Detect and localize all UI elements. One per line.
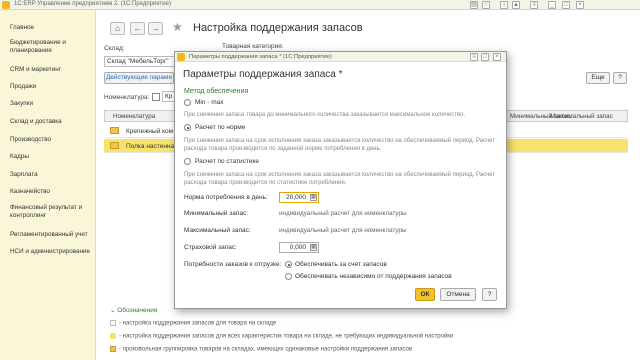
app-logo-icon: [2, 1, 10, 9]
sidebar-item-sales[interactable]: Продажи: [10, 83, 94, 91]
option-norm-label[interactable]: Расчет по норме: [195, 124, 245, 131]
dialog-close-icon[interactable]: ×: [493, 53, 501, 61]
sidebar: Главное Бюджетирование и планирование CR…: [0, 10, 96, 360]
dialog-window-title: Параметры поддержания запаса * (1С:Предп…: [189, 54, 332, 60]
safety-stock-input[interactable]: 0,000 ▦: [279, 242, 319, 253]
option-norm-note: При снижении запаса на срок исполнения з…: [184, 138, 496, 152]
needs-from-stock-label[interactable]: Обеспечивать за счет запасов: [295, 261, 387, 268]
legend-item: - настройка поддержания запасов для всех…: [110, 333, 453, 340]
legend-text: - произвольная группировка товаров на ск…: [119, 346, 413, 353]
legend-item: - произвольная группировка товаров на ск…: [110, 346, 412, 353]
column-header-nomenclature[interactable]: Номенклатура: [113, 113, 155, 120]
sidebar-item-production[interactable]: Производство: [10, 136, 94, 144]
legend-white-marker: [110, 320, 116, 326]
option-statistics-label[interactable]: Расчет по статистике: [195, 158, 259, 165]
sidebar-item-treasury[interactable]: Казначейство: [10, 188, 94, 196]
table-cell-nomenclature: Крепежный ком: [126, 128, 174, 135]
norm-value: 20,000: [286, 194, 306, 201]
radio-min-max[interactable]: [184, 99, 191, 106]
dialog-menu-icon[interactable]: ≡: [470, 53, 478, 61]
sidebar-item-salary[interactable]: Зарплата: [10, 171, 94, 179]
category-label: Товарная категория:: [222, 43, 284, 50]
close-icon[interactable]: ×: [576, 1, 584, 9]
safety-stock-value: 0,000: [289, 244, 306, 251]
legend-heading[interactable]: ⌄ Обозначения: [110, 306, 157, 314]
restore-icon[interactable]: □: [562, 1, 570, 9]
active-parameters-button[interactable]: Действующие параме: [104, 72, 174, 84]
ok-button[interactable]: ОК: [415, 288, 435, 301]
page-title: Настройка поддержания запасов: [193, 22, 363, 34]
sidebar-item-crm[interactable]: CRM и маркетинг: [10, 66, 94, 74]
needs-independent-label[interactable]: Обеспечивать независимо от поддержания з…: [295, 273, 452, 280]
minimize-icon[interactable]: _: [548, 1, 556, 9]
legend-title: Обозначения: [117, 307, 158, 314]
method-heading: Метод обеспечения: [184, 88, 249, 95]
option-statistics-note: При снижении запаса на срок исполнения з…: [184, 172, 496, 186]
sidebar-item-warehouse[interactable]: Склад и доставка: [10, 118, 94, 126]
min-stock-value: индивидуальный расчет для номенклатуры: [279, 210, 407, 217]
max-stock-label: Максимальный запас:: [184, 227, 251, 234]
sidebar-item-purchases[interactable]: Закупки: [10, 100, 94, 108]
norm-input[interactable]: 20,000 ▦: [279, 192, 319, 203]
dialog-logo-icon: [177, 53, 185, 61]
dialog-title: Параметры поддержания запаса *: [183, 69, 343, 80]
option-min-max-label[interactable]: Min - max: [195, 99, 224, 106]
calculator-icon[interactable]: ▦: [310, 244, 317, 251]
home-button[interactable]: ⌂: [110, 22, 125, 35]
cancel-button[interactable]: Отмена: [440, 288, 476, 301]
sidebar-item-budgeting[interactable]: Бюджетирование и планирование: [10, 39, 94, 55]
norm-label: Норма потребления в день:: [184, 194, 268, 201]
info-icon[interactable]: i: [500, 1, 508, 9]
option-min-max-note: При снижении запаса товара до минимально…: [184, 112, 466, 118]
legend-text: - настройка поддержания запасов для това…: [119, 320, 277, 327]
page-help-button[interactable]: ?: [613, 72, 627, 84]
dialog-help-button[interactable]: ?: [482, 288, 497, 301]
more-button[interactable]: Еще: [586, 72, 610, 84]
sidebar-item-regulated-accounting[interactable]: Регламентированный учет: [10, 231, 94, 239]
app-title: 1С:ERP Управление предприятием 2. (1С:Пр…: [14, 1, 171, 7]
sidebar-item-admin[interactable]: НСИ и администрирование: [10, 248, 94, 256]
app-titlebar: 1С:ERP Управление предприятием 2. (1С:Пр…: [0, 0, 640, 10]
back-button[interactable]: ←: [130, 22, 145, 35]
sidebar-item-hr[interactable]: Кадры: [10, 153, 94, 161]
folder-icon[interactable]: ▤: [470, 1, 478, 9]
legend-text: - настройка поддержания запасов для всех…: [119, 333, 454, 340]
needs-label: Потребности заказов к отгрузке:: [184, 261, 282, 268]
legend-folder-marker: [110, 346, 116, 352]
radio-needs-independent[interactable]: [285, 273, 292, 280]
forward-button[interactable]: →: [148, 22, 163, 35]
bell-icon[interactable]: ▲: [512, 1, 520, 9]
warehouse-label: Склад:: [104, 45, 125, 52]
radio-statistics[interactable]: [184, 158, 191, 165]
max-stock-value: индивидуальный расчет для номенклатуры: [279, 227, 407, 234]
column-header-max-stock[interactable]: Максимальный запас: [550, 113, 613, 120]
dialog-restore-icon[interactable]: □: [481, 53, 489, 61]
radio-needs-from-stock[interactable]: [285, 261, 292, 268]
calculator-icon[interactable]: ▦: [310, 194, 317, 201]
favorite-star-icon[interactable]: ★: [172, 20, 183, 34]
legend-yellow-marker: [110, 333, 116, 339]
stock-parameters-dialog: Параметры поддержания запаса * (1С:Предп…: [174, 51, 507, 309]
folder-icon: [110, 142, 119, 149]
folder-icon: [110, 127, 119, 134]
table-cell-nomenclature: Полка настенна: [126, 143, 175, 150]
nomenclature-label: Номенклатура:: [104, 94, 150, 101]
sidebar-item-main[interactable]: Главное: [10, 24, 94, 32]
safety-stock-label: Страховой запас:: [184, 244, 237, 251]
dialog-titlebar: Параметры поддержания запаса * (1С:Предп…: [175, 52, 506, 62]
legend-item: - настройка поддержания запасов для това…: [110, 320, 276, 327]
nomenclature-checkbox[interactable]: [152, 93, 160, 101]
warehouse-field[interactable]: Склад "МебельТорг": [104, 56, 176, 67]
radio-norm[interactable]: [184, 124, 191, 131]
star-icon[interactable]: ☆: [482, 1, 490, 9]
sidebar-item-financial-result[interactable]: Финансовый результат и контроллинг: [10, 204, 94, 220]
settings-icon[interactable]: ≡: [530, 1, 538, 9]
min-stock-label: Минимальный запас:: [184, 210, 249, 217]
